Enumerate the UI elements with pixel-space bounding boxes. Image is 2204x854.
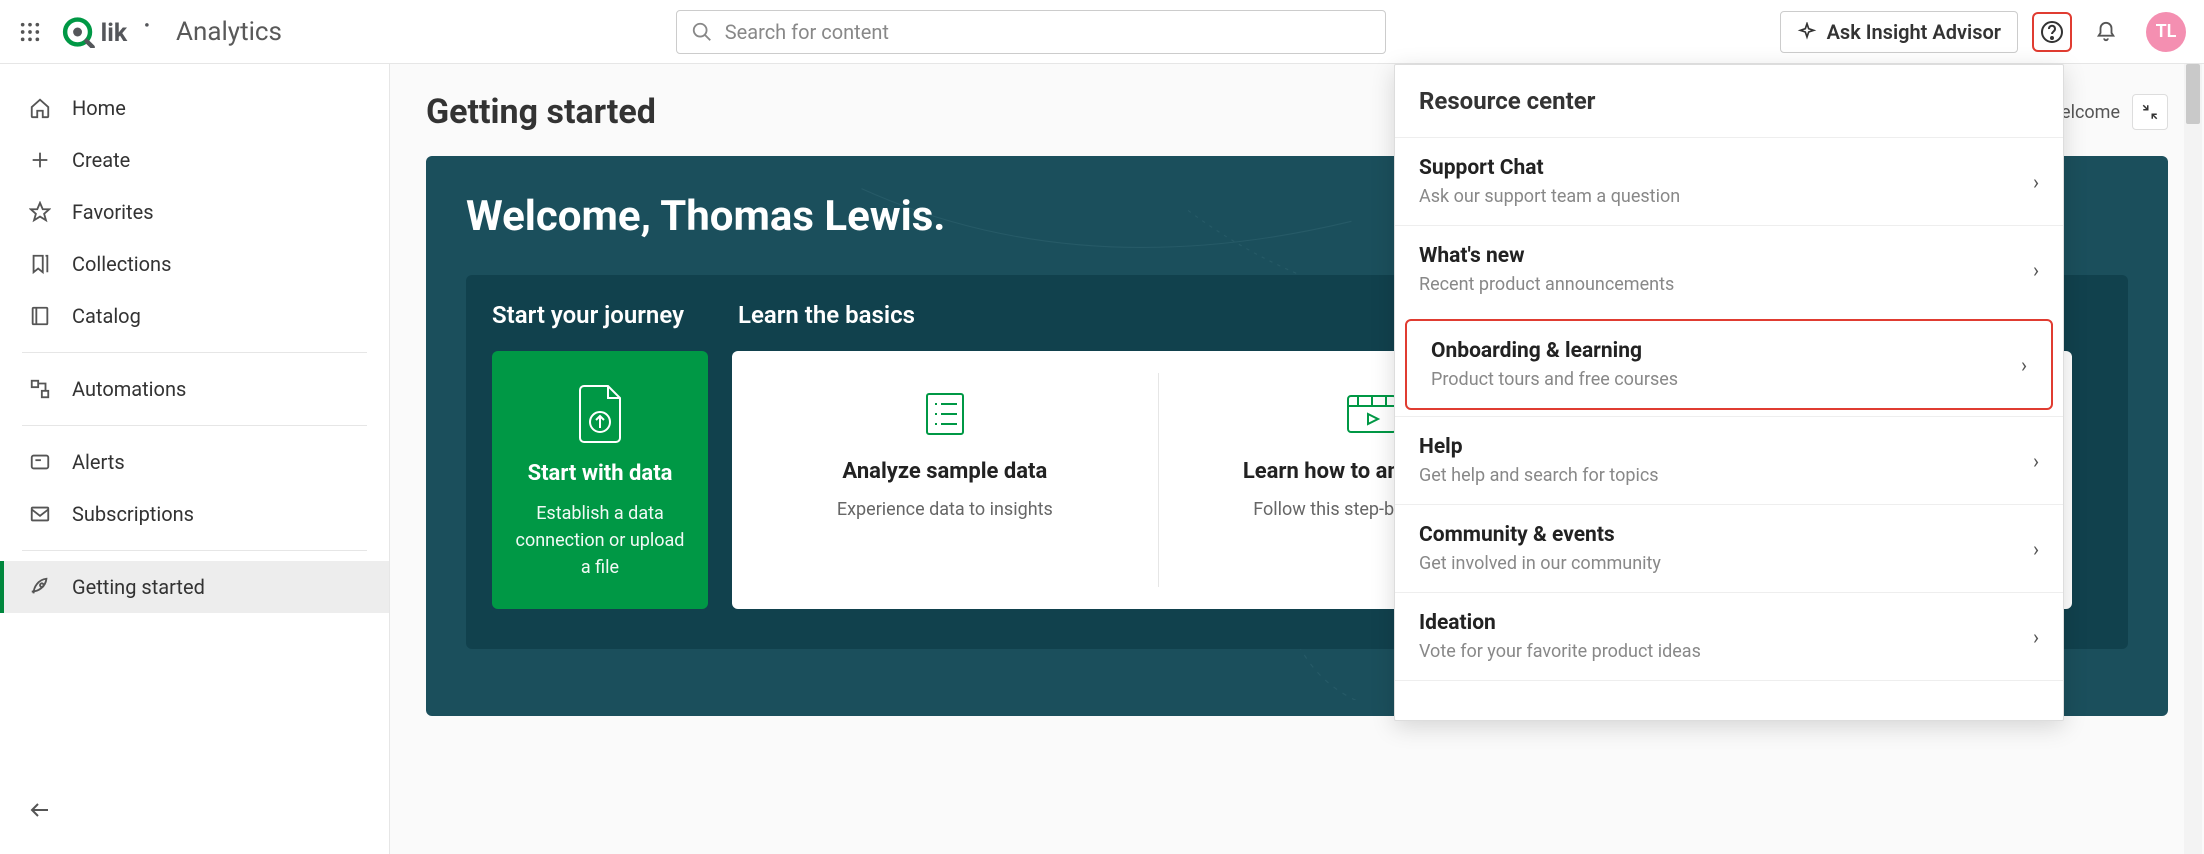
popover-item-whats-new[interactable]: What's new Recent product announcements …	[1395, 225, 2063, 313]
list-icon	[760, 379, 1130, 449]
chevron-right-icon: ›	[2033, 537, 2039, 561]
product-name: Analytics	[176, 17, 282, 47]
popover-item-title: Ideation	[1419, 611, 1701, 635]
basics-title: Learn the basics	[738, 301, 915, 329]
popover-item-desc: Get help and search for topics	[1419, 465, 1659, 486]
resource-center-popover: Resource center Support Chat Ask our sup…	[1394, 64, 2064, 721]
popover-item-community[interactable]: Community & events Get involved in our c…	[1395, 504, 2063, 592]
chevron-right-icon: ›	[2021, 353, 2027, 377]
brand: lik Analytics	[56, 16, 282, 48]
plus-icon	[28, 148, 52, 172]
popover-item-title: Community & events	[1419, 523, 1661, 547]
sidebar-separator	[22, 425, 367, 426]
sidebar-item-collections[interactable]: Collections	[0, 238, 389, 290]
svg-text:lik: lik	[101, 18, 128, 47]
sidebar-item-favorites[interactable]: Favorites	[0, 186, 389, 238]
catalog-icon	[28, 304, 52, 328]
rocket-icon	[28, 575, 52, 599]
card-analyze-sample[interactable]: Analyze sample data Experience data to i…	[732, 373, 1159, 587]
search-input[interactable]	[676, 10, 1386, 54]
compress-icon	[2141, 103, 2159, 121]
chevron-right-icon: ›	[2033, 258, 2039, 282]
popover-item-desc: Vote for your favorite product ideas	[1419, 641, 1701, 662]
sidebar-item-label: Create	[72, 148, 130, 172]
card-desc: Establish a data connection or upload a …	[510, 500, 690, 581]
bookmark-icon	[28, 252, 52, 276]
sidebar-item-label: Home	[72, 96, 126, 120]
collapse-icon	[28, 798, 52, 822]
scrollbar-thumb[interactable]	[2186, 64, 2200, 124]
search-icon	[691, 21, 713, 43]
alerts-icon	[28, 450, 52, 474]
mail-icon	[28, 502, 52, 526]
sparkle-icon	[1797, 22, 1817, 42]
app-launcher-icon[interactable]	[18, 20, 42, 44]
home-icon	[28, 96, 52, 120]
bell-icon	[2095, 21, 2117, 43]
popover-title: Resource center	[1395, 65, 2063, 137]
popover-item-desc: Ask our support team a question	[1419, 186, 1680, 207]
popover-item-onboarding[interactable]: Onboarding & learning Product tours and …	[1405, 319, 2053, 410]
sidebar: Home Create Favorites Collections Catalo…	[0, 64, 390, 854]
chevron-right-icon: ›	[2033, 449, 2039, 473]
sidebar-separator	[22, 352, 367, 353]
chevron-right-icon: ›	[2033, 170, 2039, 194]
popover-item-support-chat[interactable]: Support Chat Ask our support team a ques…	[1395, 137, 2063, 225]
qlik-logo: lik	[56, 16, 156, 48]
card-start-with-data[interactable]: Start with data Establish a data connect…	[492, 351, 708, 609]
sidebar-item-label: Getting started	[72, 575, 205, 599]
app-header: lik Analytics Ask Insight Advisor TL	[0, 0, 2204, 64]
sidebar-item-label: Subscriptions	[72, 502, 194, 526]
popover-item-help[interactable]: Help Get help and search for topics ›	[1395, 416, 2063, 504]
sidebar-item-label: Automations	[72, 377, 186, 401]
popover-footer-gap	[1395, 680, 2063, 720]
popover-item-title: Help	[1419, 435, 1659, 459]
sidebar-item-alerts[interactable]: Alerts	[0, 436, 389, 488]
sidebar-item-catalog[interactable]: Catalog	[0, 290, 389, 342]
chevron-right-icon: ›	[2033, 625, 2039, 649]
popover-item-title: Support Chat	[1419, 156, 1680, 180]
popover-item-desc: Product tours and free courses	[1431, 369, 1678, 390]
sidebar-separator	[22, 550, 367, 551]
popover-item-title: Onboarding & learning	[1431, 339, 1678, 363]
card-title: Analyze sample data	[760, 459, 1130, 484]
popover-item-title: What's new	[1419, 244, 1674, 268]
search-field[interactable]	[725, 20, 1371, 44]
star-icon	[28, 200, 52, 224]
card-desc: Experience data to insights	[760, 496, 1130, 523]
collapse-welcome-button[interactable]	[2132, 94, 2168, 130]
sidebar-item-automations[interactable]: Automations	[0, 363, 389, 415]
collapse-sidebar-button[interactable]	[28, 798, 361, 822]
sidebar-item-getting-started[interactable]: Getting started	[0, 561, 389, 613]
ask-insight-advisor-button[interactable]: Ask Insight Advisor	[1780, 11, 2018, 53]
user-avatar[interactable]: TL	[2146, 12, 2186, 52]
card-title: Start with data	[510, 461, 690, 486]
sidebar-item-label: Favorites	[72, 200, 154, 224]
file-upload-icon	[510, 379, 690, 449]
notifications-button[interactable]	[2086, 12, 2126, 52]
sidebar-item-subscriptions[interactable]: Subscriptions	[0, 488, 389, 540]
journey-title: Start your journey	[492, 301, 684, 329]
header-actions: Ask Insight Advisor TL	[1780, 11, 2186, 53]
sidebar-item-home[interactable]: Home	[0, 82, 389, 134]
help-icon	[2040, 20, 2064, 44]
vertical-scrollbar[interactable]	[2184, 64, 2202, 854]
popover-item-desc: Get involved in our community	[1419, 553, 1661, 574]
help-button[interactable]	[2032, 12, 2072, 52]
automations-icon	[28, 377, 52, 401]
sidebar-item-label: Catalog	[72, 304, 141, 328]
sidebar-item-create[interactable]: Create	[0, 134, 389, 186]
sidebar-item-label: Alerts	[72, 450, 125, 474]
sidebar-item-label: Collections	[72, 252, 171, 276]
popover-item-ideation[interactable]: Ideation Vote for your favorite product …	[1395, 592, 2063, 680]
popover-item-desc: Recent product announcements	[1419, 274, 1674, 295]
